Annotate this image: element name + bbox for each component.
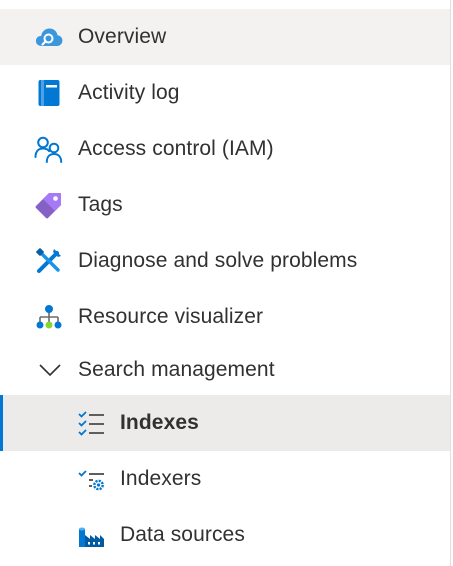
menu-item-overview[interactable]: Overview	[0, 9, 450, 65]
indexer-gear-icon	[77, 465, 105, 493]
menu-item-label: Indexes	[120, 411, 199, 434]
menu-item-diagnose[interactable]: Diagnose and solve problems	[0, 233, 450, 289]
data-sources-icon	[77, 521, 105, 549]
menu-item-indexers[interactable]: Indexers	[0, 451, 450, 507]
menu-item-access-control[interactable]: Access control (IAM)	[0, 121, 450, 177]
menu-item-data-sources[interactable]: Data sources	[0, 507, 450, 563]
group-search-management[interactable]: Search management	[0, 345, 450, 395]
chevron-down-icon	[38, 358, 62, 382]
menu-item-tags[interactable]: Tags	[0, 177, 450, 233]
menu-item-indexes[interactable]: Indexes	[0, 395, 450, 451]
menu-item-label: Resource visualizer	[78, 305, 264, 328]
menu-item-activity-log[interactable]: Activity log	[0, 65, 450, 121]
menu-item-label: Overview	[78, 25, 167, 48]
menu-item-label: Tags	[78, 193, 123, 216]
wrench-icon	[34, 246, 64, 276]
menu-item-resource-visualizer[interactable]: Resource visualizer	[0, 289, 450, 345]
group-label: Search management	[78, 358, 275, 381]
menu-item-label: Indexers	[120, 467, 202, 490]
list-check-icon	[77, 409, 105, 437]
menu-item-label: Activity log	[78, 81, 180, 104]
menu-item-label: Diagnose and solve problems	[78, 249, 358, 272]
activity-log-icon	[34, 78, 64, 108]
people-icon	[34, 134, 64, 164]
cloud-search-icon	[34, 22, 64, 52]
tag-icon	[34, 190, 64, 220]
menu-item-label: Data sources	[120, 523, 245, 546]
resource-menu: Overview Activity log Access control (IA…	[0, 0, 451, 566]
menu-item-label: Access control (IAM)	[78, 137, 274, 160]
hierarchy-icon	[34, 302, 64, 332]
